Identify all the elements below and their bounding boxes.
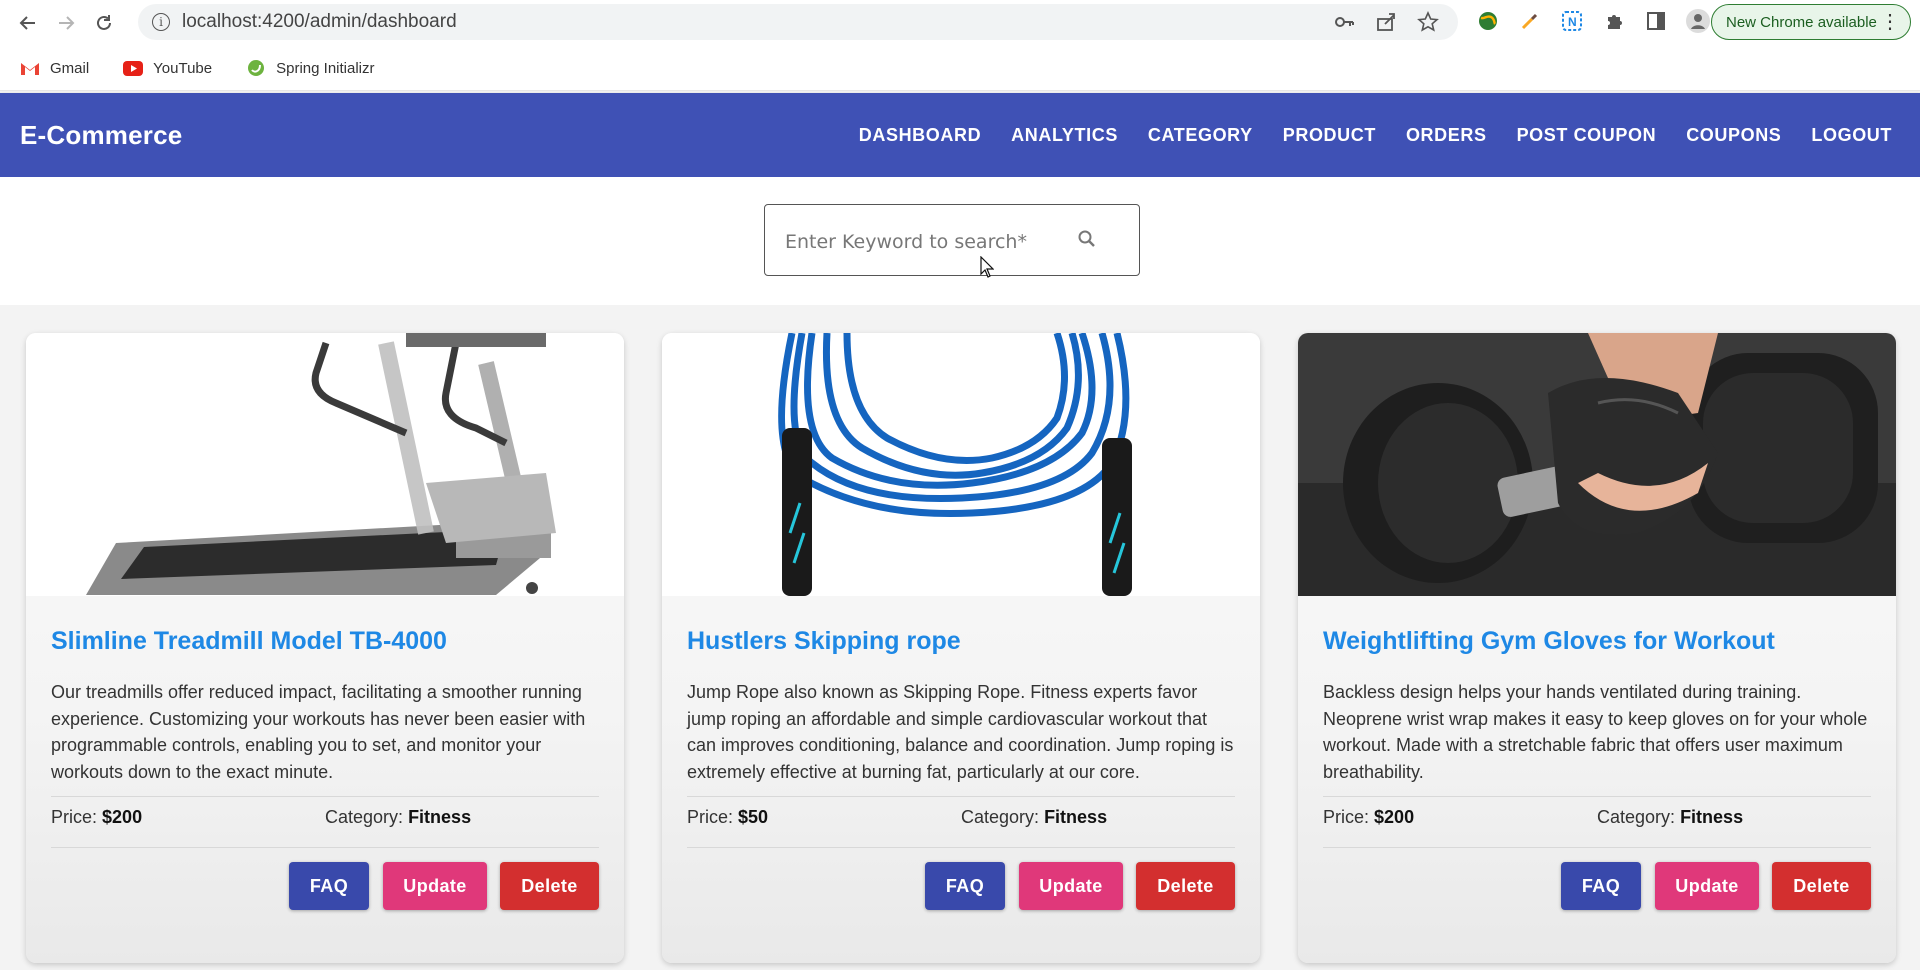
site-info-icon[interactable]: i [152,13,170,31]
nav-analytics[interactable]: ANALYTICS [1011,125,1118,146]
forward-arrow-icon[interactable] [52,9,80,37]
spring-icon [246,60,266,76]
price-field: Price: $200 [1323,807,1597,828]
nav-logout[interactable]: LOGOUT [1811,125,1892,146]
category-field: Category: Fitness [1597,807,1743,828]
price-value: $50 [738,806,769,827]
faq-button[interactable]: FAQ [925,862,1005,910]
product-description: Our treadmills offer reduced impact, fac… [51,682,586,782]
price-field: Price: $200 [51,807,325,828]
price-label: Price: [51,806,98,827]
search-field[interactable] [764,204,1140,276]
category-value: Fitness [1680,806,1744,827]
price-label: Price: [1323,806,1370,827]
extension-n-icon[interactable]: N [1559,8,1585,34]
bookmark-label: YouTube [153,59,213,77]
new-chrome-available-button[interactable]: New Chrome available ⋮ [1711,4,1911,40]
nav-product[interactable]: PRODUCT [1283,125,1376,146]
price-field: Price: $50 [687,807,961,828]
app-header: E-Commerce DASHBOARD ANALYTICS CATEGORY … [0,93,1920,177]
profile-avatar-icon[interactable] [1685,8,1711,34]
product-description: Jump Rope also known as Skipping Rope. F… [687,682,1234,782]
delete-button[interactable]: Delete [1772,862,1871,910]
product-title[interactable]: Slimline Treadmill Model TB-4000 [51,627,611,656]
update-label: New Chrome available [1726,13,1877,31]
update-button[interactable]: Update [1019,862,1123,910]
extension-globe-icon[interactable] [1475,8,1501,34]
nav-category[interactable]: CATEGORY [1148,125,1253,146]
gym-gloves-image [1298,333,1896,596]
price-value: $200 [102,806,143,827]
nav-dashboard[interactable]: DASHBOARD [859,125,981,146]
product-meta: Price: $200 Category: Fitness [51,796,599,837]
bookmark-label: Spring Initializr [276,59,375,77]
update-button[interactable]: Update [1655,862,1759,910]
category-field: Category: Fitness [961,807,1107,828]
card-actions: FAQ Update Delete [687,847,1235,918]
search-input[interactable] [783,227,1057,257]
faq-button[interactable]: FAQ [1561,862,1641,910]
mouse-cursor-icon [980,256,994,278]
product-card: Slimline Treadmill Model TB-4000 Our tre… [26,333,624,963]
bookmark-spring-initializr[interactable]: Spring Initializr [246,59,375,77]
address-bar[interactable]: i localhost:4200/admin/dashboard [138,4,1458,40]
svg-text:N: N [1568,15,1577,29]
gmail-icon [20,60,40,76]
search-icon[interactable] [1075,227,1099,251]
product-grid: Slimline Treadmill Model TB-4000 Our tre… [0,305,1920,970]
brand-title[interactable]: E-Commerce [20,120,182,151]
search-section [0,177,1920,305]
delete-button[interactable]: Delete [1136,862,1235,910]
product-card: Weightlifting Gym Gloves for Workout Bac… [1298,333,1896,963]
category-field: Category: Fitness [325,807,471,828]
bookmark-star-icon[interactable] [1416,10,1440,34]
bookmark-gmail[interactable]: Gmail [20,60,89,77]
price-value: $200 [1374,806,1415,827]
update-button[interactable]: Update [383,862,487,910]
nav-coupons[interactable]: COUPONS [1686,125,1781,146]
category-value: Fitness [1044,806,1108,827]
bookmark-label: Gmail [50,59,90,77]
price-label: Price: [687,806,734,827]
category-value: Fitness [408,806,472,827]
share-icon[interactable] [1374,10,1398,34]
bookmark-youtube[interactable]: YouTube [123,60,212,77]
key-icon[interactable] [1332,10,1356,34]
treadmill-image [26,333,624,596]
main-nav: DASHBOARD ANALYTICS CATEGORY PRODUCT ORD… [859,93,1892,177]
reload-icon[interactable] [90,9,118,37]
youtube-icon [123,60,144,76]
extension-eyedropper-icon[interactable] [1517,8,1543,34]
faq-button[interactable]: FAQ [289,862,369,910]
product-title[interactable]: Weightlifting Gym Gloves for Workout [1323,627,1883,656]
product-description: Backless design helps your hands ventila… [1323,682,1868,782]
product-meta: Price: $50 Category: Fitness [687,796,1235,837]
bookmarks-bar: Gmail YouTube Spring Initializr [0,46,1920,91]
browser-toolbar: i localhost:4200/admin/dashboard N New C… [0,0,1920,46]
nav-post-coupon[interactable]: POST COUPON [1517,125,1657,146]
product-meta: Price: $200 Category: Fitness [1323,796,1871,837]
delete-button[interactable]: Delete [500,862,599,910]
address-url[interactable]: localhost:4200/admin/dashboard [182,11,457,33]
product-title[interactable]: Hustlers Skipping rope [687,627,1247,656]
side-panel-icon[interactable] [1643,8,1669,34]
category-label: Category: [325,806,404,827]
card-actions: FAQ Update Delete [1323,847,1871,918]
back-arrow-icon[interactable] [14,9,42,37]
category-label: Category: [1597,806,1676,827]
product-card: Hustlers Skipping rope Jump Rope also kn… [662,333,1260,963]
nav-orders[interactable]: ORDERS [1406,125,1487,146]
skipping-rope-image [662,333,1260,596]
extensions-puzzle-icon[interactable] [1601,8,1627,34]
category-label: Category: [961,806,1040,827]
chrome-menu-icon[interactable]: ⋮ [1880,9,1900,34]
card-actions: FAQ Update Delete [51,847,599,918]
